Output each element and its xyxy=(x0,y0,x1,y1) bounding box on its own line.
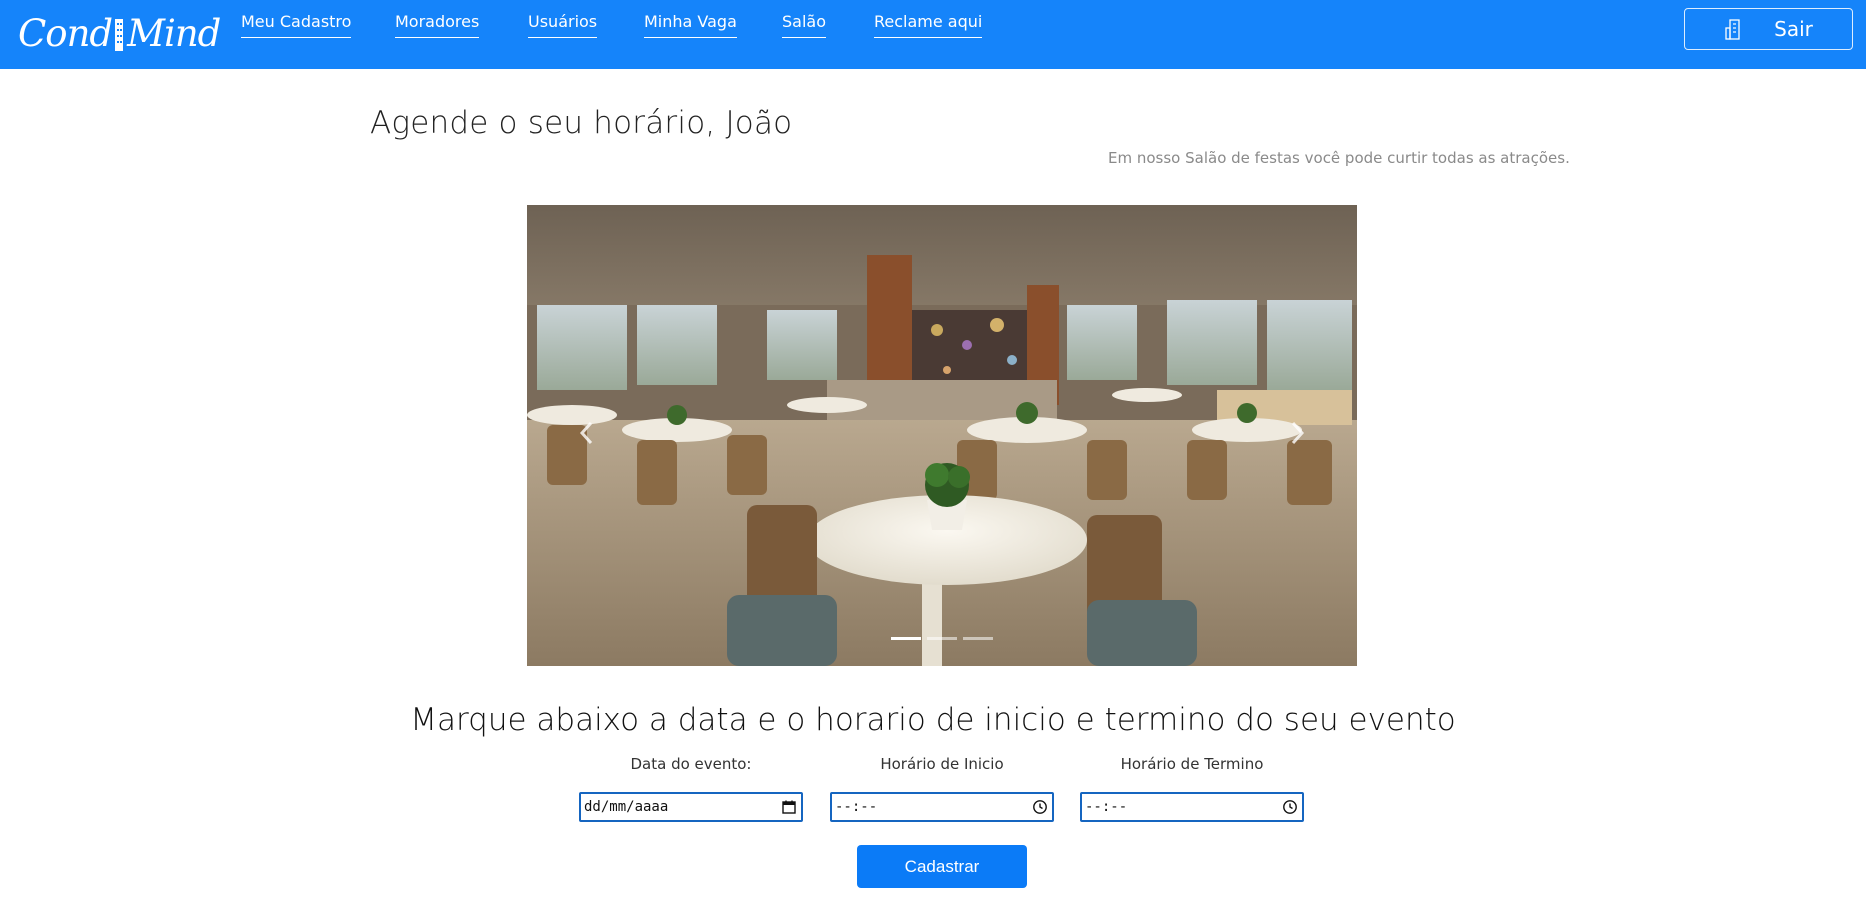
end-time-label: Horário de Termino xyxy=(1120,755,1264,773)
end-time-input[interactable]: --:-- xyxy=(1080,792,1304,822)
start-time-input[interactable]: --:-- xyxy=(830,792,1054,822)
carousel-indicator-2[interactable] xyxy=(927,637,957,640)
page-subtitle: Em nosso Salão de festas você pode curti… xyxy=(1108,149,1570,167)
logo-text-part2: Mind xyxy=(127,12,221,55)
chevron-right-icon xyxy=(1291,421,1305,445)
logout-button[interactable]: Sair xyxy=(1684,8,1853,50)
carousel-next-button[interactable] xyxy=(1285,419,1309,447)
carousel-indicator-1[interactable] xyxy=(891,637,921,640)
start-time-label: Horário de Inicio xyxy=(880,755,1004,773)
top-navbar: Cond Mind Meu Cadastro Moradores Usuário… xyxy=(0,0,1866,69)
condmind-logo[interactable]: Cond Mind xyxy=(18,12,221,56)
carousel-indicator-3[interactable] xyxy=(963,637,993,640)
building-icon xyxy=(1724,18,1744,40)
building-logo-icon xyxy=(115,19,124,51)
nav-item-usuarios[interactable]: Usuários xyxy=(528,12,598,38)
nav-item-salao[interactable]: Salão xyxy=(782,12,826,38)
nav-item-moradores[interactable]: Moradores xyxy=(395,12,480,38)
date-label: Data do evento: xyxy=(630,755,752,773)
logo-text-part1: Cond xyxy=(18,12,113,55)
carousel-prev-button[interactable] xyxy=(575,419,599,447)
party-hall-photo xyxy=(527,205,1357,666)
form-heading: Marque abaixo a data e o horario de inic… xyxy=(410,702,1456,738)
end-time-placeholder: --:-- xyxy=(1085,799,1128,815)
calendar-icon[interactable] xyxy=(781,799,797,815)
nav-item-meu-cadastro[interactable]: Meu Cadastro xyxy=(241,12,352,38)
nav-item-reclame-aqui[interactable]: Reclame aqui xyxy=(874,12,983,38)
logout-label: Sair xyxy=(1774,17,1813,41)
clock-icon[interactable] xyxy=(1282,799,1298,815)
cadastrar-button[interactable]: Cadastrar xyxy=(857,845,1027,888)
nav-item-minha-vaga[interactable]: Minha Vaga xyxy=(644,12,737,38)
salon-carousel xyxy=(527,205,1357,666)
event-date-input[interactable]: dd/mm/aaaa xyxy=(579,792,803,822)
start-time-placeholder: --:-- xyxy=(835,799,878,815)
event-date-placeholder: dd/mm/aaaa xyxy=(584,799,669,815)
chevron-left-icon xyxy=(579,421,593,445)
clock-icon[interactable] xyxy=(1032,799,1048,815)
page-title: Agende o seu horário, João xyxy=(370,105,793,141)
